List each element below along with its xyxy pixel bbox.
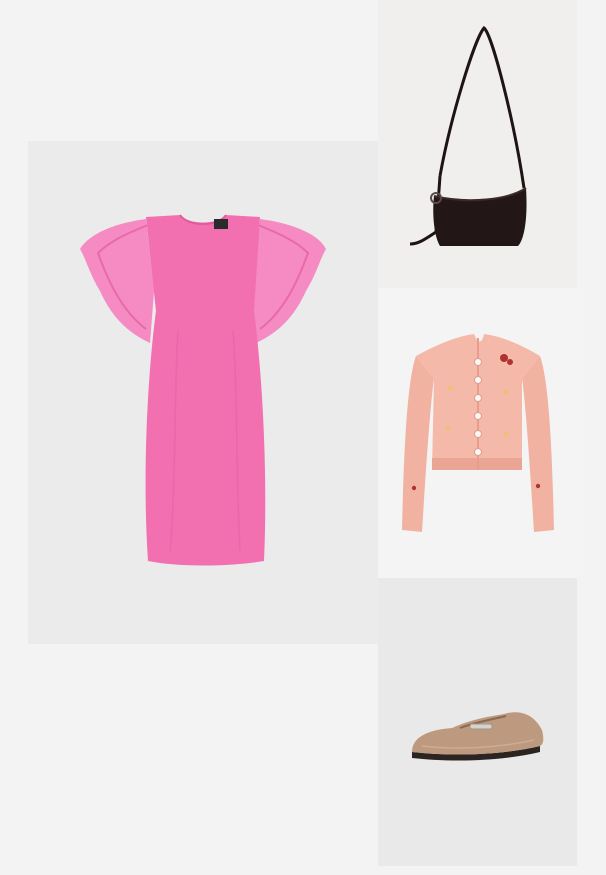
black-leather-shoulder-bag-image — [409, 25, 527, 246]
product-tile-dress[interactable] — [28, 141, 378, 644]
beige-leather-loafer-image — [412, 712, 544, 761]
product-tile-cardigan[interactable] — [378, 288, 577, 578]
product-tile-bag[interactable] — [378, 0, 577, 288]
pink-ruffle-sleeve-dress-image — [80, 214, 326, 566]
product-tile-loafer[interactable] — [378, 578, 577, 866]
pink-embroidered-cardigan-image — [402, 334, 554, 532]
